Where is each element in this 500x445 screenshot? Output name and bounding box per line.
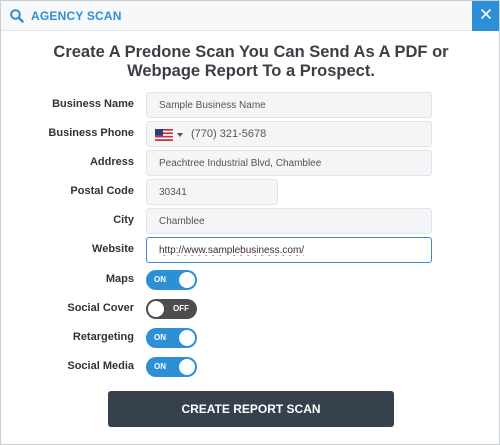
business-phone-label: Business Phone <box>48 127 134 139</box>
maps-toggle[interactable]: ON <box>146 270 197 290</box>
social-cover-toggle-state: OFF <box>173 304 189 313</box>
retargeting-toggle-state: ON <box>154 333 166 342</box>
create-report-scan-button[interactable]: CREATE REPORT SCAN <box>108 391 394 427</box>
postal-code-input[interactable] <box>146 179 278 205</box>
city-label: City <box>113 214 134 226</box>
business-phone-row: Business Phone <box>1 121 500 147</box>
toggle-knob <box>179 359 195 375</box>
agency-scan-dialog: AGENCY SCAN Create A Predone Scan You Ca… <box>0 0 500 445</box>
social-cover-row: Social Cover OFF <box>1 296 500 322</box>
title-bar: AGENCY SCAN <box>1 1 499 31</box>
retargeting-toggle[interactable]: ON <box>146 328 197 348</box>
postal-code-label: Postal Code <box>70 185 134 197</box>
city-input[interactable] <box>146 208 432 234</box>
website-input[interactable] <box>146 237 432 263</box>
address-row: Address <box>1 150 500 176</box>
social-media-label: Social Media <box>67 360 134 372</box>
address-label: Address <box>89 156 134 168</box>
toggle-knob <box>179 272 195 288</box>
social-media-row: Social Media ON <box>1 354 500 380</box>
retargeting-label: Retargeting <box>72 331 134 343</box>
dialog-title: AGENCY SCAN <box>31 9 122 23</box>
business-phone-input[interactable] <box>191 122 429 146</box>
maps-label: Maps <box>105 273 134 285</box>
country-selector[interactable] <box>155 128 185 142</box>
social-cover-toggle[interactable]: OFF <box>146 299 197 319</box>
postal-code-row: Postal Code <box>1 179 500 205</box>
toggle-knob <box>148 301 164 317</box>
social-media-toggle[interactable]: ON <box>146 357 197 377</box>
social-media-toggle-state: ON <box>154 362 166 371</box>
page-headline: Create A Predone Scan You Can Send As A … <box>53 43 449 80</box>
close-button[interactable] <box>472 1 499 31</box>
website-row: Website <box>1 237 500 263</box>
business-name-label: Business Name <box>52 98 134 110</box>
business-phone-field <box>146 121 432 147</box>
social-cover-label: Social Cover <box>67 302 134 314</box>
retargeting-row: Retargeting ON <box>1 325 500 351</box>
address-input[interactable] <box>146 150 432 176</box>
toggle-knob <box>179 330 195 346</box>
business-name-row: Business Name <box>1 92 500 118</box>
city-row: City <box>1 208 500 234</box>
maps-toggle-state: ON <box>154 275 166 284</box>
business-name-input[interactable] <box>146 92 432 118</box>
search-icon <box>9 8 25 24</box>
close-icon <box>480 7 492 25</box>
website-label: Website <box>92 243 134 255</box>
maps-row: Maps ON <box>1 267 500 293</box>
